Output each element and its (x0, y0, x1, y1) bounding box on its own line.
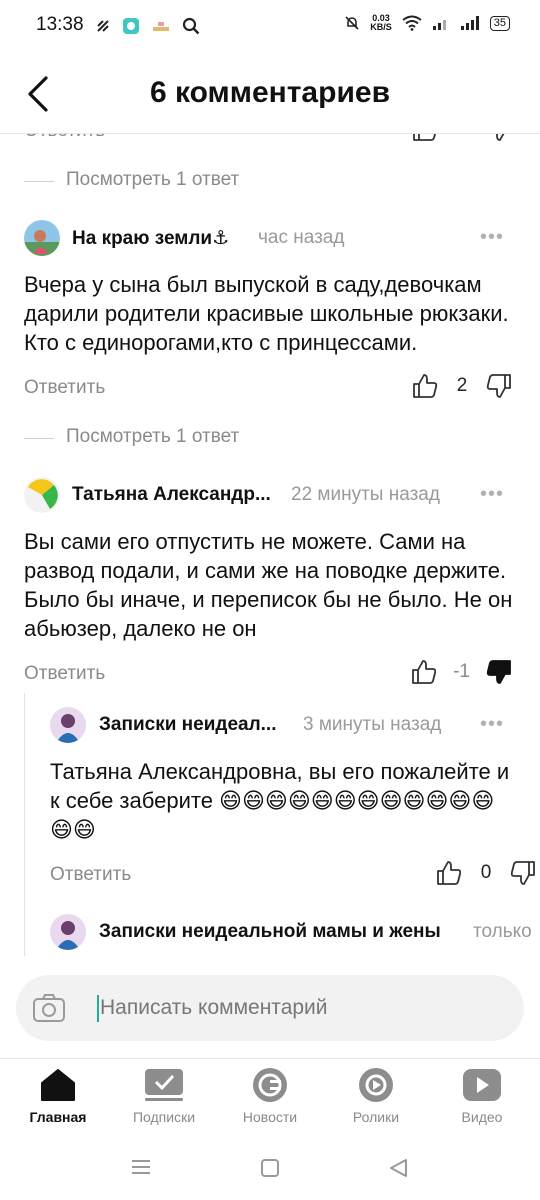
like-button[interactable] (409, 657, 439, 687)
comment-time: только (473, 921, 532, 942)
comment-time: 22 минуты назад (291, 484, 440, 505)
app-notification-icon (123, 18, 139, 34)
more-options-icon[interactable]: ••• (480, 483, 504, 506)
more-options-icon[interactable]: ••• (480, 226, 504, 249)
nav-label: Главная (29, 1109, 87, 1125)
thumbs-up-icon (413, 374, 438, 398)
reply-button[interactable]: Ответить (24, 134, 105, 142)
avatar[interactable] (24, 477, 60, 513)
reply: Записки неидеал... 3 минуты назад ••• (25, 699, 540, 749)
thumbs-up-icon (412, 660, 437, 684)
view-replies-label[interactable]: Посмотреть 1 ответ (66, 426, 239, 448)
comment-input-placeholder[interactable]: Написать комментарий (100, 996, 328, 1020)
nav-home[interactable]: Главная (8, 1067, 108, 1125)
thumbs-down-icon (486, 374, 511, 398)
more-options-icon[interactable]: ••• (480, 713, 504, 736)
view-replies[interactable]: Посмотреть 1 ответ (0, 407, 540, 469)
system-navigation-bar (0, 1138, 540, 1200)
thumbs-down-icon (510, 861, 535, 885)
author-name[interactable]: Записки неидеальной мамы и жены (99, 921, 441, 943)
header: 6 комментариев (0, 56, 540, 134)
reply-thread: Записки неидеал... 3 минуты назад ••• Та… (24, 693, 540, 956)
author-name[interactable]: Татьяна Александр... (72, 484, 271, 506)
mute-icon (345, 16, 359, 30)
nav-news[interactable]: Новости (220, 1067, 320, 1125)
divider (24, 181, 54, 182)
battery-indicator: 35 (489, 15, 510, 31)
reply-button[interactable]: Ответить (50, 864, 131, 886)
vote-count: -1 (453, 661, 470, 682)
text-cursor (97, 995, 99, 1022)
view-replies-label[interactable]: Посмотреть 1 ответ (66, 169, 239, 191)
home-icon (41, 1069, 75, 1101)
search-notification-icon (182, 17, 200, 35)
reply: Записки неидеальной мамы и жены только (25, 906, 540, 956)
news-icon (253, 1068, 287, 1102)
author-name[interactable]: На краю земли⚓ (72, 227, 229, 250)
video-icon (463, 1069, 501, 1101)
avatar[interactable] (24, 220, 60, 256)
nav-label: Подписки (132, 1109, 196, 1125)
thumbs-up-icon (437, 861, 462, 885)
comment-actions: Ответить 2 (0, 371, 540, 407)
vote-count: 0 (480, 862, 492, 883)
comment-actions: Ответить 2 (0, 134, 540, 150)
dislike-button-active[interactable] (484, 657, 514, 687)
home-square-icon[interactable] (260, 1158, 280, 1178)
comment-text: Вы сами его отпустить не можете. Сами на… (24, 529, 513, 641)
nav-subscriptions[interactable]: Подписки (114, 1067, 214, 1125)
comments-list[interactable]: Ответить 2 Посмотреть 1 ответ На краю (0, 134, 540, 974)
comment: На краю земли⚓ час назад ••• Вчера у сын… (0, 212, 540, 469)
nav-video[interactable]: Видео (432, 1067, 532, 1125)
reply-actions: Ответить 0 (25, 858, 540, 894)
like-button[interactable] (434, 858, 464, 888)
vote-count: 2 (456, 375, 468, 396)
reply-button[interactable]: Ответить (24, 377, 105, 399)
network-speed: 0.03 KB/S (370, 13, 392, 32)
nav-label: Новости (242, 1109, 298, 1125)
comment-text: Вчера у сына был выпуской в саду,девочка… (24, 272, 509, 355)
camera-icon[interactable] (32, 992, 66, 1024)
dislike-button[interactable] (484, 371, 514, 401)
author-name[interactable]: Записки неидеал... (99, 714, 277, 736)
status-bar: 13:38 0.03 KB/S 35 (0, 0, 540, 56)
gallery-notification-icon (153, 22, 169, 31)
signal-icon-1 (432, 20, 446, 30)
avatar[interactable] (50, 707, 86, 743)
like-button[interactable] (410, 134, 440, 144)
nav-clips[interactable]: Ролики (326, 1067, 426, 1125)
nfc-icon (97, 20, 109, 32)
thumbs-down-icon (496, 134, 505, 141)
nav-label: Ролики (352, 1109, 400, 1125)
wifi-icon (402, 15, 422, 31)
recent-apps-icon[interactable] (130, 1158, 152, 1176)
nav-label: Видео (461, 1109, 503, 1125)
dislike-button[interactable] (508, 858, 538, 888)
page-title: 6 комментариев (149, 76, 391, 109)
avatar[interactable] (50, 914, 86, 950)
comment-time: 3 минуты назад (303, 714, 442, 735)
thumbs-down-filled-icon (486, 660, 511, 684)
comment-input[interactable]: Написать комментарий (16, 975, 524, 1041)
clips-icon (359, 1068, 393, 1102)
comment-time: час назад (258, 227, 345, 248)
like-button[interactable] (410, 371, 440, 401)
subscriptions-icon (145, 1069, 183, 1101)
divider (24, 438, 54, 439)
signal-icon-2 (460, 16, 479, 30)
back-triangle-icon[interactable] (387, 1157, 409, 1179)
thumbs-up-icon (413, 134, 436, 141)
comment-actions: Ответить -1 (0, 657, 540, 693)
view-replies[interactable]: Посмотреть 1 ответ (0, 150, 540, 212)
comment: Татьяна Александр... 22 минуты назад •••… (0, 469, 540, 956)
bottom-nav: Главная Подписки Новости Ролики Видео (0, 1058, 540, 1138)
dislike-button[interactable] (484, 134, 514, 144)
status-time: 13:38 (36, 14, 84, 35)
reply-text: Татьяна Александровна, вы его пожалейте … (50, 759, 510, 842)
vote-count: 2 (454, 134, 470, 140)
reply-button[interactable]: Ответить (24, 663, 105, 685)
